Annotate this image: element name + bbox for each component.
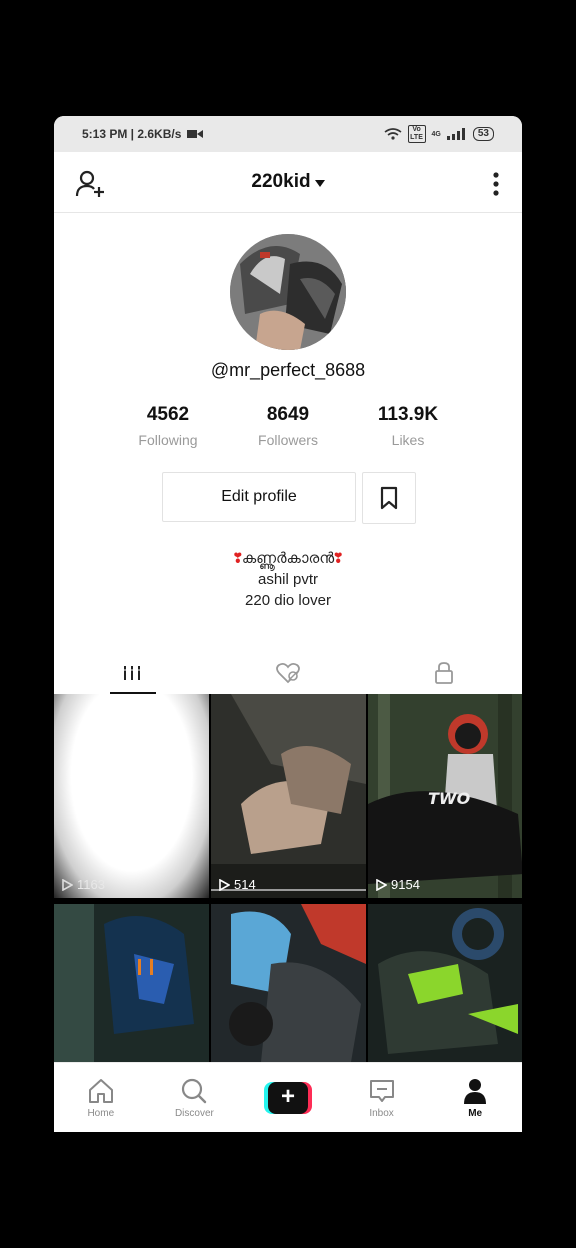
profile-avatar[interactable] [230,234,346,350]
video-views-count: 514 [234,877,256,892]
stat-following[interactable]: 4562 Following [108,404,228,448]
bottom-navigation: Home Discover + Inbox Me [54,1062,522,1132]
more-options-icon[interactable] [488,170,504,198]
video-views: 9154 [376,877,420,892]
thumbnail-image [211,904,366,1062]
profile-bio: ❣കണ്ണൂർകാരൻ❣ ashil pvtr 220 dio lover [54,548,522,611]
video-thumbnail[interactable] [368,904,522,1062]
bookmark-icon [380,486,398,510]
nav-me[interactable]: Me [428,1063,522,1132]
plus-icon: + [267,1082,308,1114]
network-type: 4G [431,130,441,138]
followers-label: Followers [258,432,318,448]
home-icon [88,1078,113,1103]
create-video-button[interactable]: + [263,1082,312,1114]
thumbnail-image: TWO [368,694,522,898]
inbox-icon [369,1079,394,1102]
signal-icon [446,128,465,140]
edit-profile-button[interactable]: Edit profile [162,472,356,522]
video-thumbnail[interactable] [54,904,209,1062]
heart-emoji-right: ❣ [334,550,343,567]
tab-videos[interactable] [54,652,210,694]
thumbnail-image [368,904,522,1062]
svg-text:TWO: TWO [428,789,471,808]
grid-icon [123,666,141,680]
followers-count: 8649 [266,404,310,425]
nav-discover[interactable]: Discover [148,1063,242,1132]
status-time: 5:13 PM | 2.6KB/s [82,127,182,141]
nav-inbox[interactable]: Inbox [335,1063,429,1132]
nav-home[interactable]: Home [54,1063,148,1132]
video-views-count: 9154 [391,877,420,892]
battery-icon: 53 [472,127,494,141]
bio-line-2: ashil pvtr [257,571,319,588]
tab-private[interactable] [366,652,522,694]
stat-followers[interactable]: 8649 Followers [228,404,348,448]
heart-hidden-icon [276,662,300,684]
thumbnail-image [54,904,209,1062]
play-icon [62,878,73,891]
profile-stats: 4562 Following 8649 Followers 113.9K Lik… [108,404,468,448]
video-camera-icon [187,130,204,138]
video-thumbnail[interactable]: 514 [211,694,366,898]
video-thumbnail[interactable]: 1163 [54,694,209,898]
play-icon [219,878,230,891]
bio-line-1: ❣കണ്ണൂർകാരൻ❣ [54,548,522,569]
heart-emoji-left: ❣ [233,550,242,567]
video-thumbnail[interactable] [211,904,366,1062]
profile-handle: @mr_perfect_8688 [210,360,366,380]
likes-count: 113.9K [377,404,439,425]
bio-line-3: 220 dio lover [245,592,331,609]
video-views: 1163 [62,877,105,892]
nav-inbox-label: Inbox [369,1107,394,1119]
caret-down-icon [314,179,325,187]
volte-badge: Vo LTE [407,125,426,143]
play-icon [376,878,387,891]
following-label: Following [138,432,198,448]
following-count: 4562 [146,404,190,425]
lock-icon [435,662,453,684]
phone-screen: 5:13 PM | 2.6KB/s Vo LTE 4G 53 220kid @m… [54,116,522,1132]
nav-me-label: Me [468,1107,483,1119]
wifi-icon [384,128,402,140]
nav-home-label: Home [87,1107,115,1119]
video-grid: 1163 514 TWO 9154 [54,694,522,1062]
favorites-button[interactable] [362,472,416,524]
stat-likes[interactable]: 113.9K Likes [348,404,468,448]
profile-icon [464,1078,487,1104]
video-views-count: 1163 [77,877,105,892]
nav-create[interactable]: + [241,1063,335,1132]
search-icon [182,1078,207,1103]
nav-discover-label: Discover [174,1107,214,1119]
status-bar: 5:13 PM | 2.6KB/s Vo LTE 4G 53 [54,116,522,152]
profile-tabs [54,652,522,694]
account-switcher[interactable]: 220kid [251,171,325,193]
bio-text-1: കണ്ണൂർകാരൻ [241,550,335,567]
profile-header: 220kid [54,152,522,213]
likes-label: Likes [391,432,425,448]
account-name: 220kid [251,171,311,192]
video-views: 514 [219,877,256,892]
video-thumbnail[interactable]: TWO 9154 [368,694,522,898]
add-user-icon[interactable] [74,168,106,200]
thumbnail-image [211,694,366,898]
tab-liked[interactable] [210,652,366,694]
